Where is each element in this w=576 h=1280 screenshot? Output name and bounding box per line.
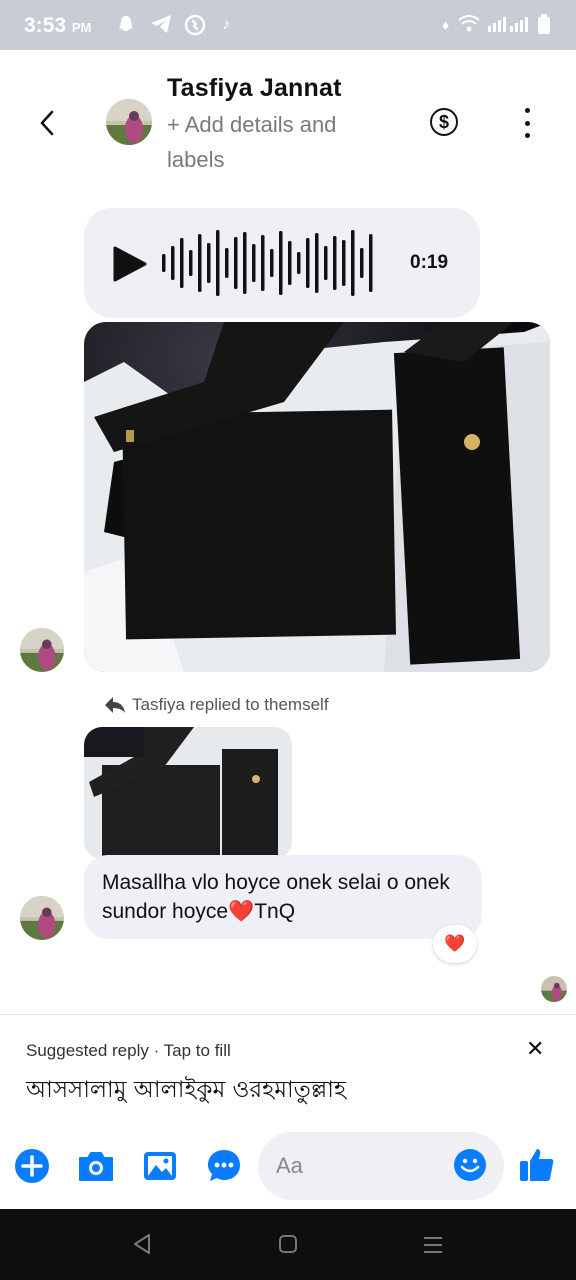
seen-avatar (541, 976, 567, 1002)
waveform-bar (198, 234, 202, 292)
waveform-bar (306, 238, 310, 288)
chevron-left-icon[interactable] (32, 106, 62, 140)
telegram-icon (150, 14, 172, 39)
message-text: Masallha vlo hoyce onek selai o onek sun… (102, 871, 450, 923)
signal-icon (488, 14, 530, 37)
status-bar: 3:53 PM ♪ ♦ (0, 0, 576, 50)
avatar[interactable] (20, 896, 64, 940)
emoji-icon[interactable] (453, 1148, 487, 1187)
waveform-bar (180, 238, 184, 288)
voice-duration: 0:19 (410, 252, 449, 273)
waveform-bar (207, 243, 211, 283)
play-icon[interactable] (112, 245, 148, 288)
reply-icon (105, 697, 125, 713)
waveform[interactable] (158, 228, 383, 303)
waveform-bar (333, 236, 337, 290)
avatar[interactable] (20, 628, 64, 672)
suggested-reply-title: Suggested reply · Tap to fill (26, 1041, 231, 1060)
battery-icon (537, 14, 551, 39)
waveform-bar (225, 248, 229, 278)
navigation-bar (0, 1209, 576, 1280)
waveform-bar (252, 244, 256, 282)
reply-label: Tasfiya replied to themself (104, 695, 329, 715)
camera-icon[interactable] (76, 1146, 116, 1186)
message-input-placeholder[interactable]: Aa (276, 1153, 303, 1179)
waveform-bar (342, 240, 346, 286)
waveform-bar (360, 248, 364, 278)
waveform-bar (162, 254, 166, 272)
waveform-bar (189, 250, 193, 276)
photo-message[interactable] (84, 322, 550, 672)
more-vertical-icon[interactable] (516, 108, 538, 138)
waveform-bar (171, 246, 175, 280)
waveform-bar (297, 252, 301, 274)
chat-bubble-icon[interactable] (204, 1146, 244, 1186)
reply-label-text: Tasfiya replied to themself (132, 695, 329, 714)
wifi-icon (458, 14, 480, 37)
waveform-bar (261, 235, 265, 291)
gallery-icon[interactable] (140, 1146, 180, 1186)
heart-icon: ❤️ (444, 934, 466, 954)
waveform-bar (315, 233, 319, 293)
alarm-icon: ♦ (442, 17, 450, 33)
shazam-icon (184, 14, 206, 41)
replied-photo-thumbnail[interactable] (84, 727, 292, 859)
add-details-link[interactable]: + Add details and labels (167, 107, 387, 177)
snapchat-icon (116, 14, 136, 39)
heart-reaction[interactable]: ❤️ (433, 925, 477, 963)
waveform-bar (279, 231, 283, 295)
plus-icon[interactable] (12, 1146, 52, 1186)
waveform-bar (351, 230, 355, 296)
dollar-circle-icon[interactable]: $ (430, 108, 458, 136)
recents-nav-icon[interactable] (422, 1235, 444, 1260)
back-nav-icon[interactable] (132, 1233, 152, 1260)
tiktok-icon: ♪ (222, 16, 230, 33)
status-time: 3:53 PM (24, 14, 92, 37)
waveform-bar (234, 237, 238, 289)
waveform-bar (243, 232, 247, 294)
waveform-bar (270, 249, 274, 277)
waveform-bar (216, 230, 220, 296)
avatar[interactable] (106, 99, 152, 145)
waveform-bar (324, 246, 328, 280)
home-nav-icon[interactable] (278, 1234, 298, 1259)
close-icon[interactable]: ✕ (526, 1036, 544, 1062)
suggested-reply-text[interactable]: আসসালামু আলাইকুম ওরহমাতুল্লাহ (26, 1071, 346, 1110)
thumbs-up-icon[interactable] (518, 1146, 556, 1189)
waveform-bar (369, 234, 373, 292)
waveform-bar (288, 241, 292, 285)
contact-name[interactable]: Tasfiya Jannat (167, 74, 342, 103)
